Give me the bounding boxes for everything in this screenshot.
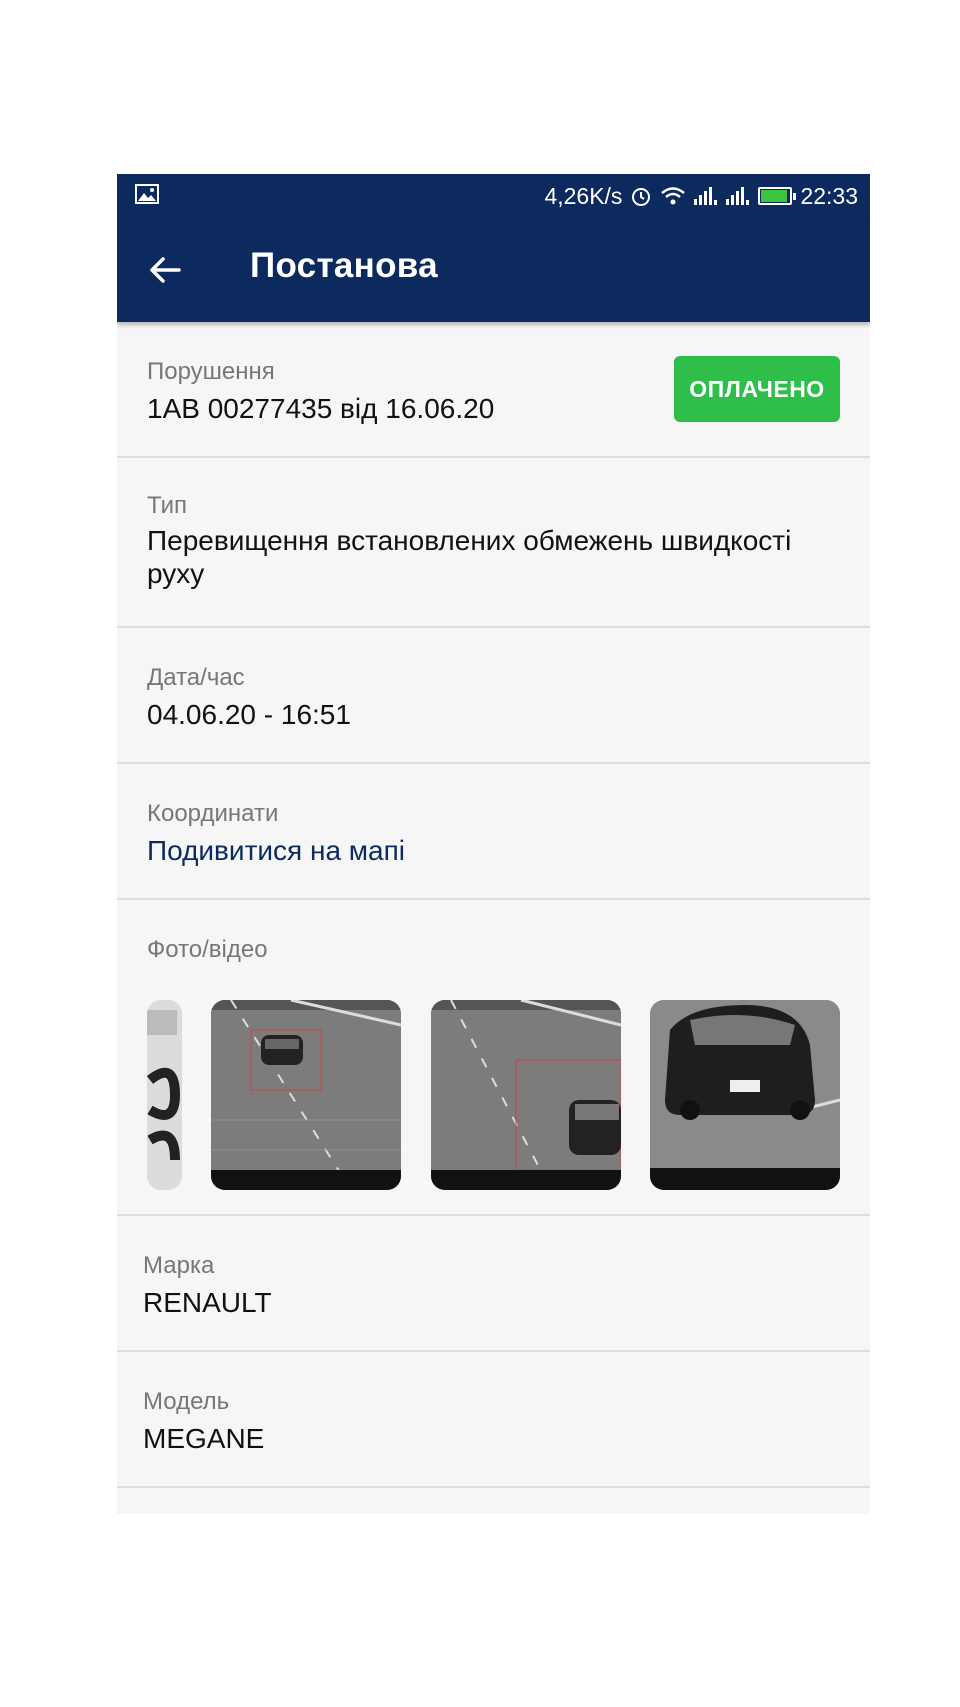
photo-thumbnail[interactable] bbox=[650, 1000, 840, 1190]
signal-icon bbox=[694, 187, 718, 205]
model-row: Модель MEGANE bbox=[117, 1352, 870, 1488]
status-indicators: 4,26K/s 22:33 bbox=[544, 182, 858, 210]
battery-icon bbox=[758, 187, 797, 205]
status-bar: 4,26K/s 22:33 bbox=[117, 174, 870, 218]
datetime-row: Дата/час 04.06.20 - 16:51 bbox=[117, 628, 870, 764]
phone-screen: 4,26K/s 22:33 Постанова Порушення 1AB 00… bbox=[117, 174, 870, 1514]
coordinates-label: Координати bbox=[147, 800, 279, 827]
type-label: Тип bbox=[147, 492, 188, 519]
type-row: Тип Перевищення встановлених обмежень шв… bbox=[117, 458, 870, 628]
photo-thumbnail[interactable] bbox=[211, 1000, 401, 1190]
media-row: Фото/відео bbox=[117, 900, 870, 1216]
network-speed: 4,26K/s bbox=[544, 182, 623, 209]
coordinates-row: Координати Подивитися на мапі bbox=[117, 764, 870, 900]
model-value: MEGANE bbox=[143, 1423, 265, 1454]
datetime-label: Дата/час bbox=[147, 664, 245, 691]
brand-value: RENAULT bbox=[143, 1287, 272, 1318]
violation-label: Порушення bbox=[147, 358, 275, 385]
wifi-icon bbox=[661, 187, 686, 205]
photo-thumbnail[interactable] bbox=[431, 1000, 621, 1190]
clock: 22:33 bbox=[800, 182, 858, 209]
image-icon bbox=[135, 184, 159, 204]
status-badge: ОПЛАЧЕНО bbox=[674, 356, 840, 422]
media-label: Фото/відео bbox=[147, 936, 268, 963]
datetime-value: 04.06.20 - 16:51 bbox=[147, 699, 351, 730]
app-bar: Постанова bbox=[117, 218, 870, 322]
signal-icon bbox=[726, 187, 750, 205]
type-value: Перевищення встановлених обмежень швидко… bbox=[147, 525, 792, 589]
violation-row: Порушення 1AB 00277435 від 16.06.20 ОПЛА… bbox=[117, 322, 870, 458]
brand-row: Марка RENAULT bbox=[117, 1216, 870, 1352]
media-gallery bbox=[147, 1000, 870, 1190]
back-arrow-icon[interactable] bbox=[147, 252, 183, 288]
page-title: Постанова bbox=[250, 246, 438, 285]
model-label: Модель bbox=[143, 1388, 230, 1415]
photo-thumbnail[interactable] bbox=[147, 1000, 182, 1190]
map-link[interactable]: Подивитися на мапі bbox=[147, 834, 840, 867]
alarm-icon bbox=[632, 188, 651, 206]
brand-label: Марка bbox=[143, 1252, 215, 1279]
